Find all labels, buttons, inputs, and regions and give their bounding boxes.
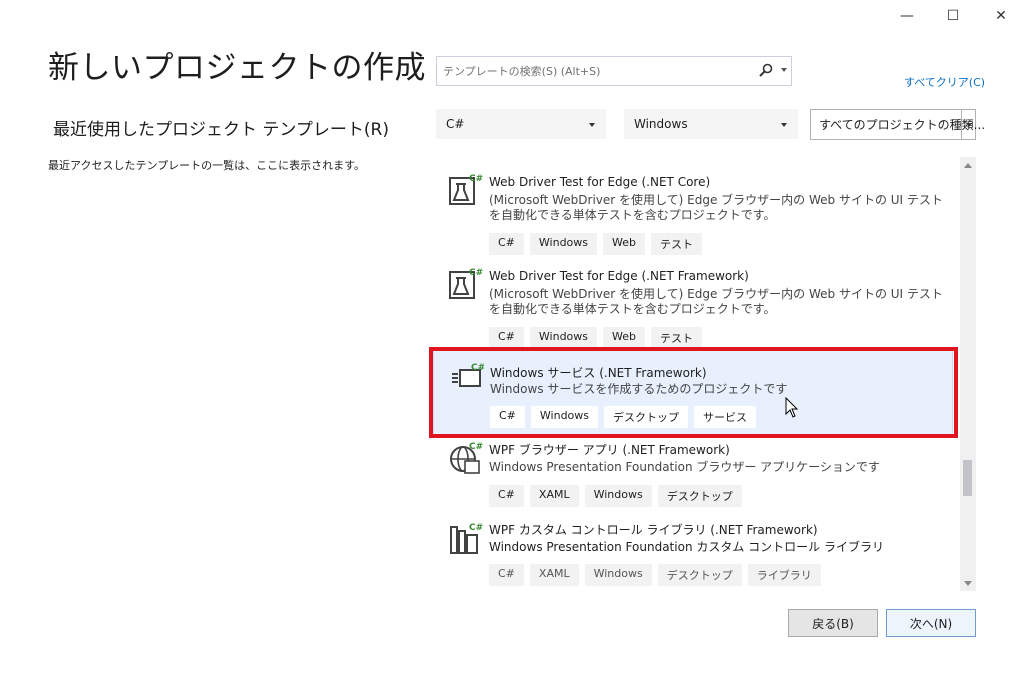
tag: XAML: [529, 564, 579, 586]
search-options-chevron-icon[interactable]: [781, 68, 787, 72]
platform-filter-value: Windows: [634, 117, 688, 131]
test-flask-icon: C#: [449, 174, 483, 205]
test-flask-icon: C#: [449, 268, 483, 299]
recent-templates-description: 最近アクセスしたテンプレートの一覧は、ここに表示されます。: [48, 159, 366, 172]
chevron-down-icon: [589, 123, 595, 127]
library-icon: C#: [450, 523, 483, 554]
template-tags: C# Windows Web テスト: [489, 327, 702, 349]
next-button[interactable]: 次へ(N): [886, 609, 976, 637]
template-name: WPF カスタム コントロール ライブラリ (.NET Framework): [489, 523, 818, 537]
svg-text:C#: C#: [469, 174, 483, 184]
template-item-wpf-browser-app[interactable]: C# WPF ブラウザー アプリ (.NET Framework) Window…: [433, 435, 953, 513]
tag: Windows: [529, 327, 598, 349]
language-filter-value: C#: [446, 117, 465, 131]
svg-text:C#: C#: [471, 363, 484, 373]
template-description: Windows Presentation Foundation カスタム コント…: [489, 540, 884, 554]
tag: Web: [603, 327, 645, 349]
minimize-button[interactable]: —: [884, 0, 930, 32]
tag: Windows: [584, 564, 652, 586]
template-description: Windows Presentation Foundation ブラウザー アプ…: [489, 460, 880, 474]
tag: Windows: [584, 485, 652, 507]
template-tags: C# XAML Windows デスクトップ ライブラリ: [489, 564, 821, 586]
combo-separator: [961, 110, 962, 139]
svg-text:C#: C#: [469, 268, 483, 278]
close-button[interactable]: ✕: [978, 0, 1024, 32]
tag: C#: [489, 564, 524, 586]
recent-templates-heading: 最近使用したプロジェクト テンプレート(R): [53, 120, 389, 140]
template-name: WPF ブラウザー アプリ (.NET Framework): [489, 443, 730, 457]
template-list-scrollbar[interactable]: [960, 157, 976, 591]
clear-all-link[interactable]: すべてクリア(C): [904, 74, 985, 90]
tag: Windows: [530, 406, 599, 428]
tag: C#: [490, 406, 525, 428]
chevron-down-icon: [966, 123, 972, 127]
scroll-up-arrow-icon[interactable]: [964, 163, 972, 168]
template-tags: C# XAML Windows デスクトップ: [489, 485, 742, 507]
tag: サービス: [694, 406, 757, 428]
windows-service-icon: C#: [452, 363, 484, 387]
scroll-down-arrow-icon[interactable]: [964, 581, 972, 586]
mouse-cursor-icon: [785, 397, 799, 418]
search-icon[interactable]: [759, 63, 773, 79]
tag: ライブラリ: [747, 564, 821, 586]
tag: テスト: [651, 327, 702, 349]
svg-text:C#: C#: [469, 523, 483, 533]
page-title: 新しいプロジェクトの作成: [48, 50, 426, 86]
tag: デスクトップ: [657, 564, 742, 586]
svg-text:C#: C#: [469, 442, 483, 452]
language-filter-combo[interactable]: C#: [436, 109, 606, 139]
tag: C#: [489, 485, 524, 507]
template-list: C# Web Driver Test for Edge (.NET Core) …: [433, 157, 959, 591]
template-description: (Microsoft WebDriver を使用して) Edge ブラウザー内の…: [489, 287, 943, 316]
template-item-webdriver-core[interactable]: C# Web Driver Test for Edge (.NET Core) …: [433, 157, 953, 255]
template-name: Web Driver Test for Edge (.NET Framework…: [489, 269, 749, 283]
template-description: Windows サービスを作成するためのプロジェクトです: [490, 382, 788, 396]
template-item-windows-service[interactable]: C# Windows サービス (.NET Framework) Windows…: [433, 349, 953, 435]
template-search-input[interactable]: [437, 57, 761, 85]
platform-filter-combo[interactable]: Windows: [624, 109, 798, 139]
template-item-webdriver-framework[interactable]: C# Web Driver Test for Edge (.NET Framew…: [433, 251, 953, 349]
tag: デスクトップ: [657, 485, 742, 507]
template-description: (Microsoft WebDriver を使用して) Edge ブラウザー内の…: [489, 193, 943, 222]
scrollbar-thumb[interactable]: [963, 460, 972, 496]
tag: C#: [489, 327, 524, 349]
project-type-filter-combo[interactable]: すべてのプロジェクトの種類...: [810, 109, 985, 140]
template-name: Web Driver Test for Edge (.NET Core): [489, 175, 711, 189]
template-name: Windows サービス (.NET Framework): [490, 366, 707, 380]
template-search-box[interactable]: [436, 56, 792, 86]
maximize-button[interactable]: ☐: [930, 0, 976, 32]
wpf-globe-icon: C#: [450, 442, 483, 474]
back-button[interactable]: 戻る(B): [788, 609, 878, 637]
tag: XAML: [529, 485, 579, 507]
template-item-wpf-custom-control-library[interactable]: C# WPF カスタム コントロール ライブラリ (.NET Framework…: [433, 513, 953, 591]
template-tags: C# Windows デスクトップ サービス: [490, 406, 757, 428]
tag: デスクトップ: [604, 406, 689, 428]
chevron-down-icon: [781, 123, 787, 127]
